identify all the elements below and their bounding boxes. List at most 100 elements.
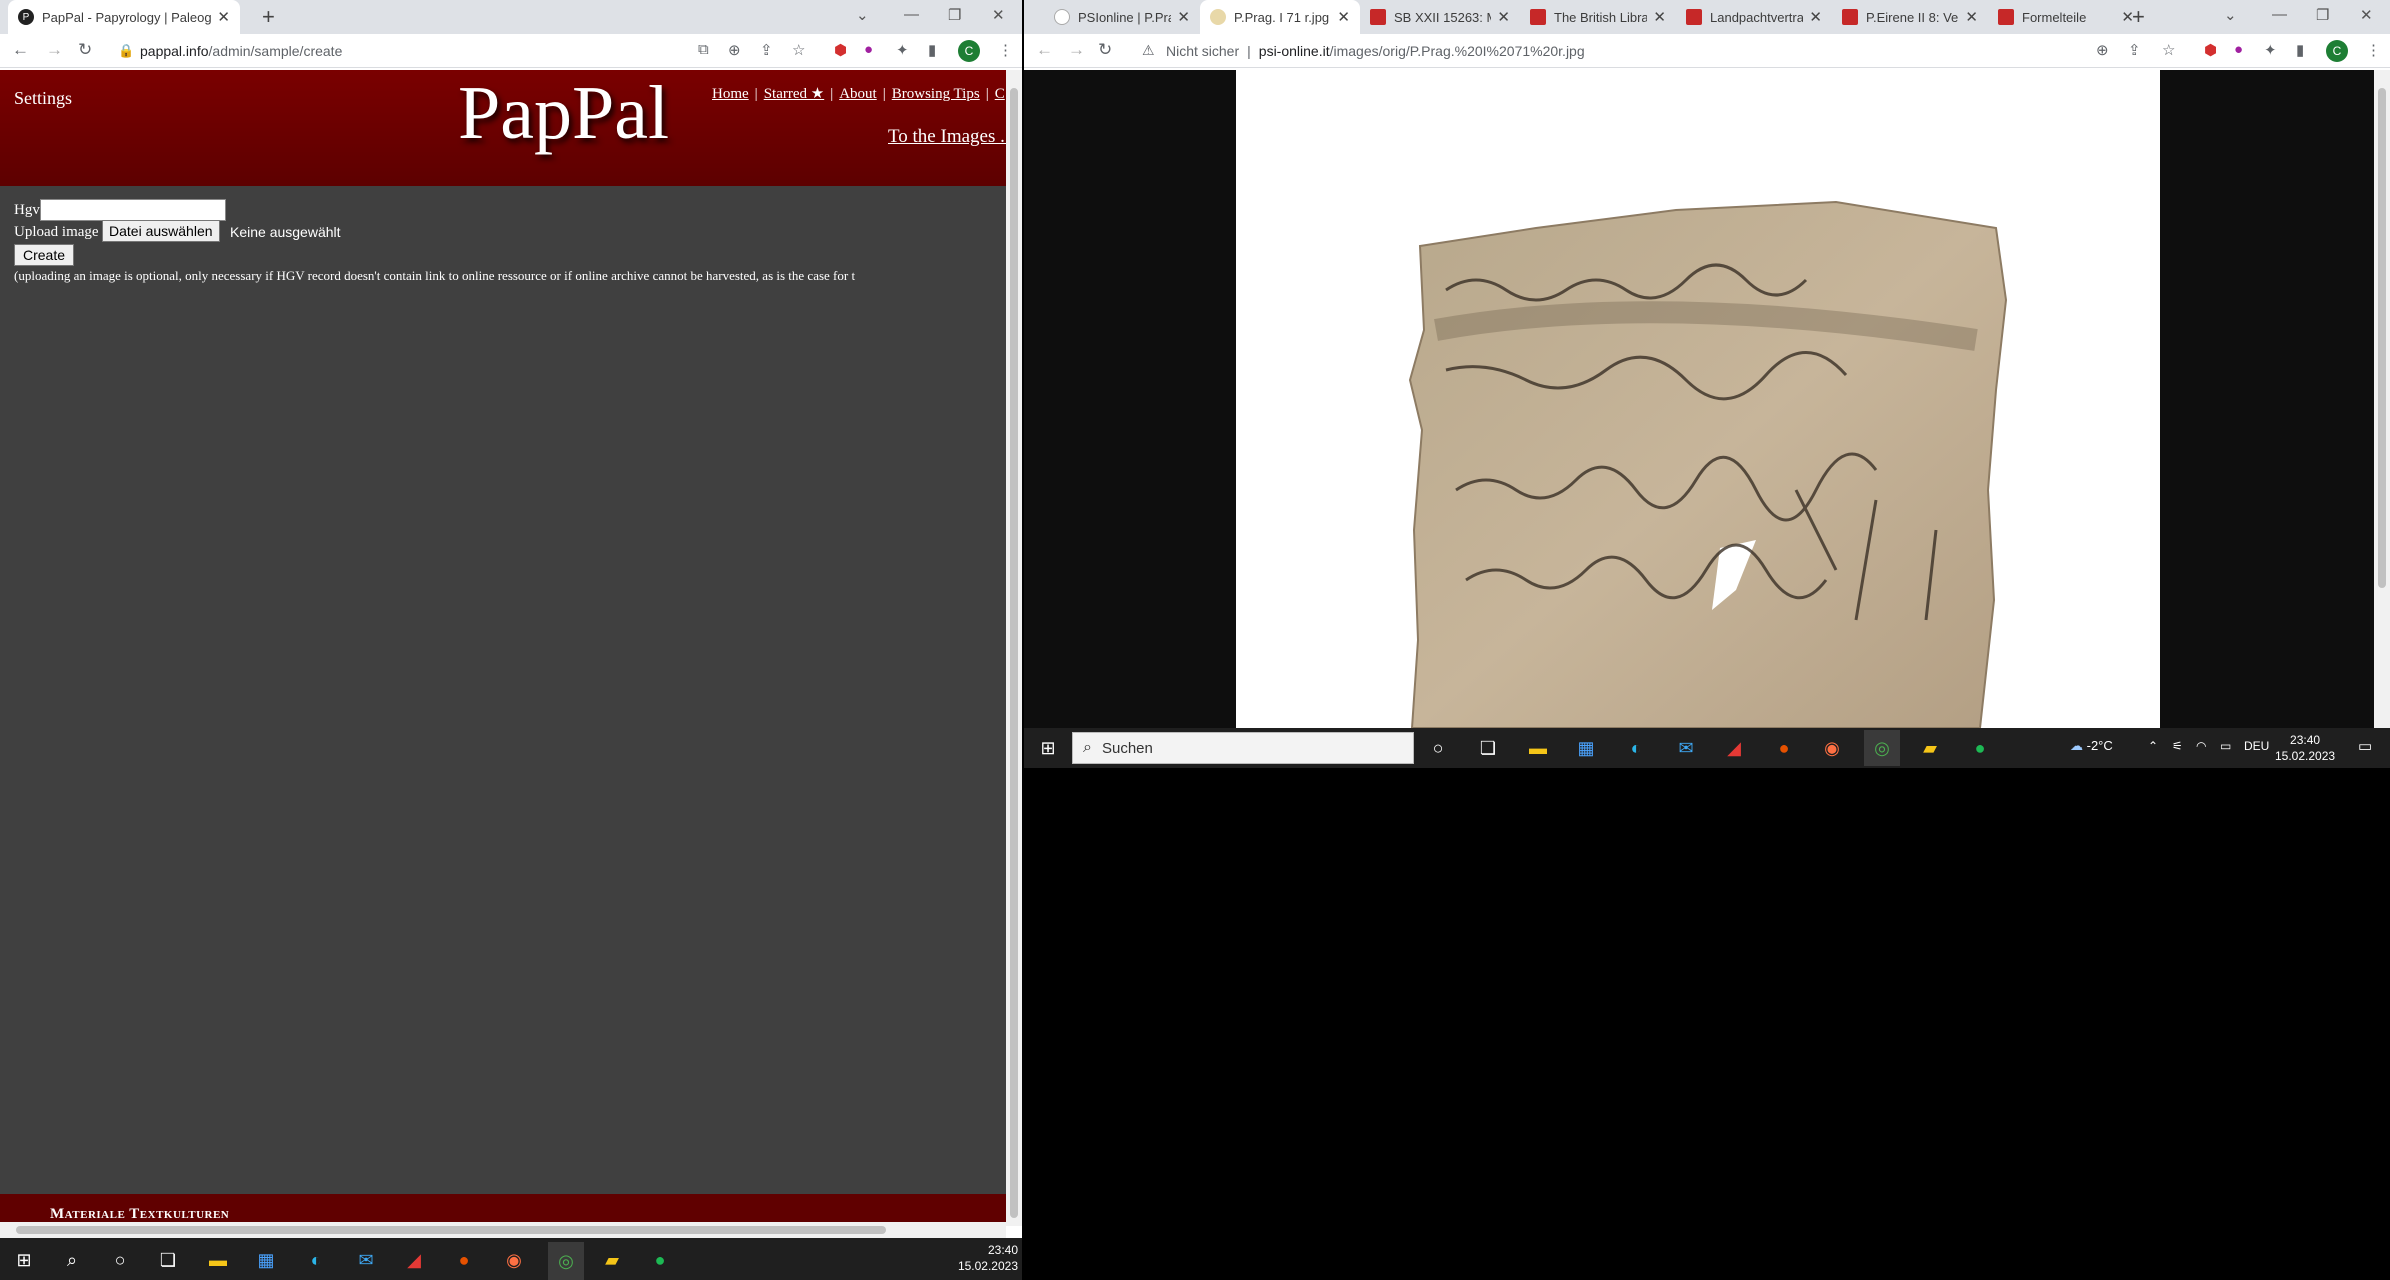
restore-icon[interactable]: ❐: [2316, 6, 2329, 24]
notifications-icon[interactable]: ▭: [2358, 737, 2372, 755]
cortana-icon[interactable]: ○: [1426, 736, 1450, 760]
image-scroll-thumb[interactable]: [2378, 88, 2386, 588]
edge-icon[interactable]: ◐: [304, 1248, 328, 1272]
tray-network-icon[interactable]: ⚟: [2172, 739, 2183, 753]
vertical-scroll-thumb[interactable]: [1010, 88, 1018, 1218]
tab-psionline[interactable]: PSIonline | P.Prag ✕: [1044, 0, 1200, 34]
tab-search-icon[interactable]: ⌄: [856, 6, 869, 24]
chrome-icon[interactable]: ◎: [548, 1242, 584, 1280]
tab-sb-xxii[interactable]: SB XXII 15263: M ✕: [1360, 0, 1520, 34]
file-explorer-icon[interactable]: ▬: [206, 1248, 230, 1272]
tray-language[interactable]: DEU: [2244, 739, 2269, 753]
extensions-puzzle-icon[interactable]: ✦: [896, 41, 909, 59]
menu-kebab-icon[interactable]: ⋮: [998, 41, 1013, 59]
translate-icon[interactable]: ⧉: [698, 41, 709, 58]
back-icon[interactable]: ←: [1036, 40, 1053, 60]
cortana-icon[interactable]: ○: [108, 1248, 132, 1272]
taskbar-clock-left[interactable]: 23:40 15.02.2023: [958, 1242, 1018, 1274]
address-bar[interactable]: Nicht sicher | psi-online.it/images/orig/P…: [1166, 43, 1585, 59]
tab-british-library[interactable]: The British Librar ✕: [1520, 0, 1676, 34]
nav-home[interactable]: Home: [712, 86, 749, 102]
forward-icon[interactable]: →: [46, 40, 63, 60]
warning-icon[interactable]: ⚠: [1142, 42, 1155, 59]
close-icon[interactable]: ✕: [1337, 8, 1350, 26]
bookmark-star-icon[interactable]: ☆: [2162, 41, 2175, 59]
new-tab-icon[interactable]: +: [262, 4, 275, 30]
lock-icon[interactable]: 🔒: [118, 43, 134, 59]
horizontal-scrollbar[interactable]: [0, 1222, 1006, 1238]
address-bar[interactable]: pappal.info/admin/sample/create: [140, 43, 342, 59]
acrobat-icon[interactable]: ◢: [1722, 736, 1746, 760]
notes-app-icon[interactable]: ▰: [1918, 736, 1942, 760]
settings-link[interactable]: Settings: [14, 88, 72, 109]
acrobat-icon[interactable]: ◢: [402, 1248, 426, 1272]
tab-formelteile[interactable]: Formelteile ✕: [1988, 0, 2144, 34]
zoom-icon[interactable]: ⊕: [2096, 41, 2109, 59]
new-tab-icon[interactable]: +: [2132, 4, 2145, 30]
share-icon[interactable]: ⇪: [2128, 41, 2141, 59]
create-button[interactable]: Create: [14, 244, 75, 266]
tab-pprag-image[interactable]: P.Prag. I 71 r.jpg ✕: [1200, 0, 1360, 34]
horizontal-scroll-thumb[interactable]: [16, 1226, 886, 1234]
share-icon[interactable]: ⇪: [760, 41, 773, 59]
close-icon[interactable]: ✕: [1653, 8, 1666, 26]
restore-icon[interactable]: ❐: [948, 6, 961, 24]
back-icon[interactable]: ←: [12, 40, 29, 60]
windows-start-icon[interactable]: ⊞: [12, 1248, 36, 1272]
vertical-scrollbar[interactable]: [1006, 70, 1022, 1226]
minimize-icon[interactable]: —: [2272, 6, 2287, 23]
zoom-icon[interactable]: ⊕: [728, 41, 741, 59]
extension-purple-icon[interactable]: ●: [2234, 41, 2243, 58]
store-icon[interactable]: ▦: [254, 1248, 278, 1272]
store-icon[interactable]: ▦: [1574, 736, 1598, 760]
notes-app-icon[interactable]: ▰: [600, 1248, 624, 1272]
tray-wifi-icon[interactable]: ◠: [2196, 739, 2206, 753]
extension-lastpass-icon[interactable]: ⬢: [834, 41, 847, 59]
powerpoint-icon[interactable]: ●: [1772, 736, 1796, 760]
weather-widget[interactable]: ☁ -2°C: [2070, 738, 2113, 754]
window-close-icon[interactable]: ✕: [992, 6, 1005, 24]
window-close-icon[interactable]: ✕: [2360, 6, 2373, 24]
tab-search-icon[interactable]: ⌄: [2224, 6, 2237, 24]
side-panel-icon[interactable]: ▮: [928, 41, 936, 59]
bookmark-star-icon[interactable]: ☆: [792, 41, 805, 59]
to-images-link[interactable]: To the Images ...: [888, 126, 1006, 148]
taskbar-clock-right[interactable]: 23:40 15.02.2023: [2275, 732, 2335, 764]
extension-purple-icon[interactable]: ●: [864, 41, 873, 58]
profile-avatar[interactable]: C: [958, 40, 980, 62]
tab-peirene[interactable]: P.Eirene II 8: Vert ✕: [1832, 0, 1988, 34]
tab-landpachtvertrag[interactable]: Landpachtvertrag ✕: [1676, 0, 1832, 34]
close-icon[interactable]: ✕: [217, 8, 230, 26]
image-vertical-scrollbar[interactable]: [2374, 70, 2390, 728]
firefox-icon[interactable]: ◉: [1820, 736, 1844, 760]
tray-battery-icon[interactable]: ▭: [2220, 739, 2231, 753]
minimize-icon[interactable]: —: [904, 6, 919, 23]
reload-icon[interactable]: ↻: [1098, 40, 1112, 60]
side-panel-icon[interactable]: ▮: [2296, 41, 2304, 59]
close-icon[interactable]: ✕: [1809, 8, 1822, 26]
nav-truncated[interactable]: C: [995, 86, 1005, 102]
powerpoint-icon[interactable]: ●: [452, 1248, 476, 1272]
file-explorer-icon[interactable]: ▬: [1526, 736, 1550, 760]
spotify-icon[interactable]: ●: [648, 1248, 672, 1272]
profile-avatar[interactable]: C: [2326, 40, 2348, 62]
mail-icon[interactable]: ✉: [354, 1248, 378, 1272]
close-icon[interactable]: ✕: [1965, 8, 1978, 26]
nav-browsing-tips[interactable]: Browsing Tips: [892, 86, 980, 102]
windows-start-icon[interactable]: ⊞: [1036, 736, 1060, 760]
chrome-icon[interactable]: ◎: [1864, 730, 1900, 766]
choose-file-button[interactable]: Datei auswählen: [102, 220, 220, 242]
tab-pappal[interactable]: P PapPal - Papyrology | Paleograph ✕: [8, 0, 240, 34]
close-icon[interactable]: ✕: [1177, 8, 1190, 26]
search-icon[interactable]: ⌕: [60, 1248, 84, 1272]
firefox-icon[interactable]: ◉: [502, 1248, 526, 1272]
edge-icon[interactable]: ◐: [1624, 736, 1648, 760]
taskbar-search-box[interactable]: ⌕ Suchen: [1072, 732, 1414, 764]
tray-chevron-icon[interactable]: ⌃: [2148, 739, 2158, 753]
nav-starred[interactable]: Starred ★: [764, 86, 825, 102]
nav-about[interactable]: About: [839, 86, 877, 102]
papyrus-image-canvas[interactable]: [1236, 70, 2160, 729]
reload-icon[interactable]: ↻: [78, 40, 92, 60]
menu-kebab-icon[interactable]: ⋮: [2366, 41, 2381, 59]
spotify-icon[interactable]: ●: [1968, 736, 1992, 760]
